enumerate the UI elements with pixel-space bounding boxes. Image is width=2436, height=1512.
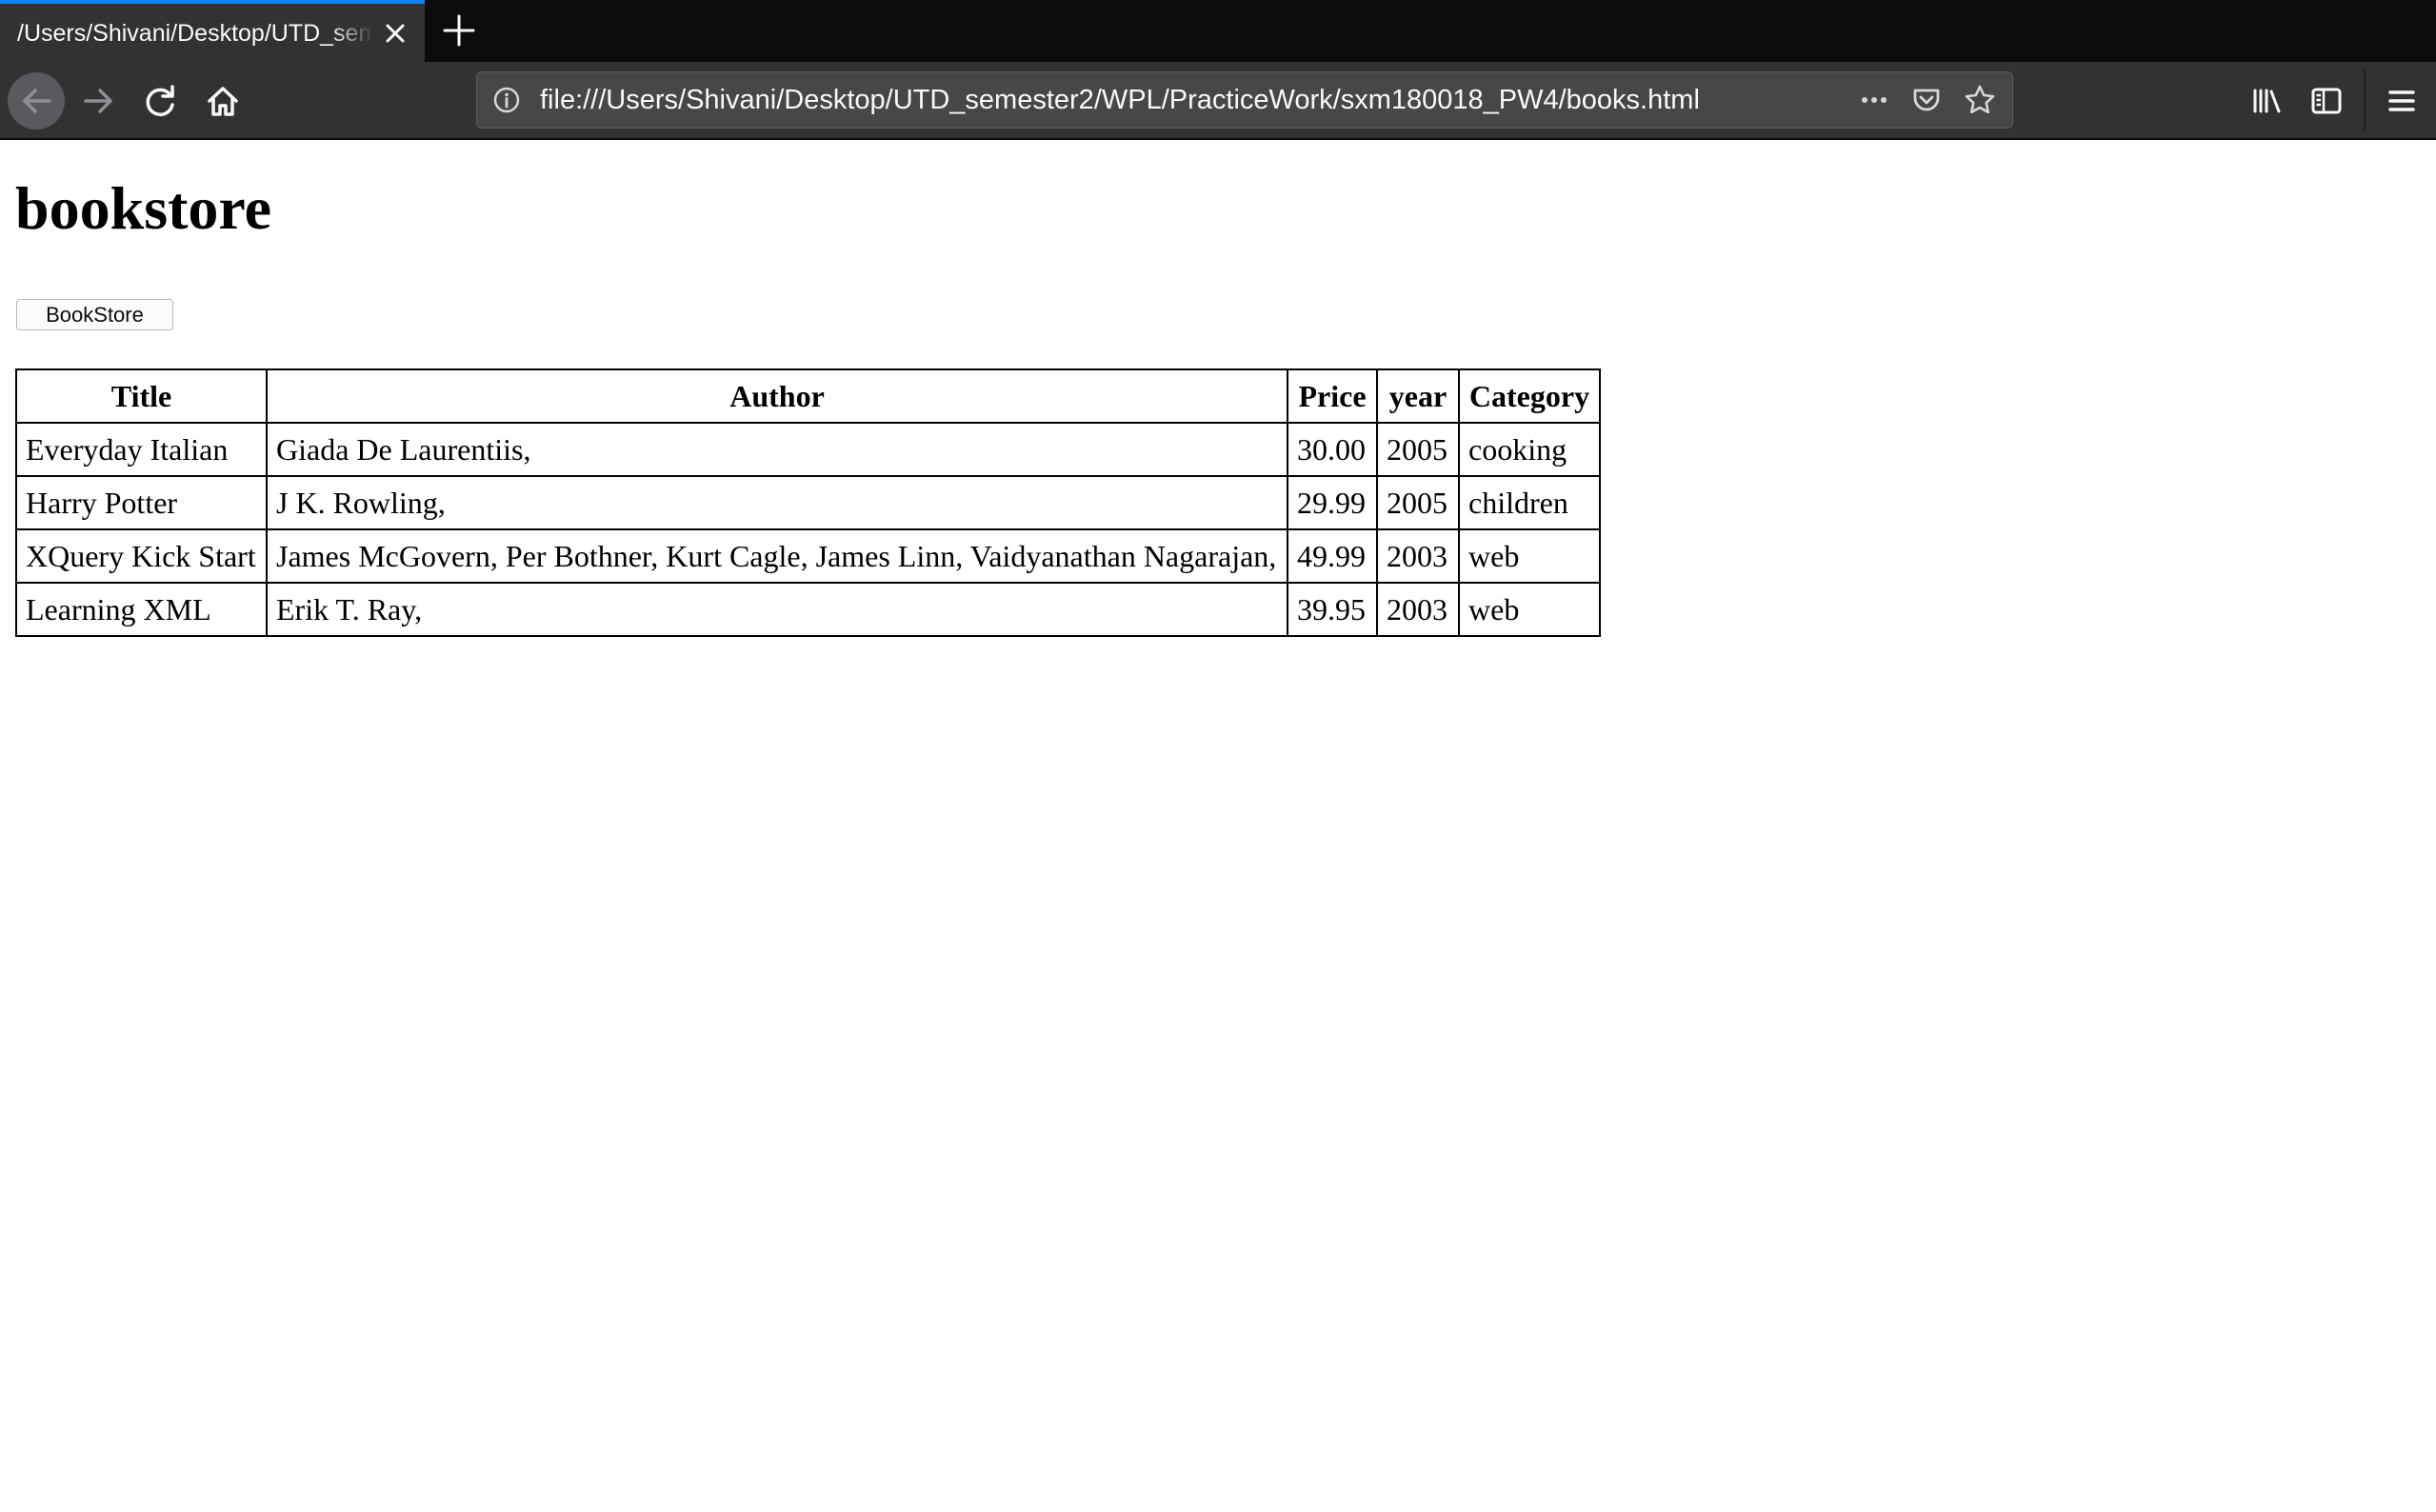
header-year: year [1376, 368, 1460, 424]
table-row: XQuery Kick Start James McGovern, Per Bo… [15, 528, 1601, 584]
cell-title: Everyday Italian [15, 422, 268, 477]
plus-icon[interactable] [440, 11, 478, 50]
header-category: Category [1458, 368, 1601, 424]
tab-strip: /Users/Shivani/Desktop/UTD_semester2/WPL… [0, 0, 2436, 62]
url-text[interactable]: file:///Users/Shivani/Desktop/UTD_semest… [540, 72, 1700, 128]
header-title: Title [15, 368, 268, 424]
cell-author: James McGovern, Per Bothner, Kurt Cagle,… [266, 528, 1288, 584]
info-icon[interactable] [492, 86, 521, 114]
cell-price: 39.95 [1287, 582, 1378, 637]
pocket-icon[interactable] [1910, 84, 1943, 116]
cell-price: 30.00 [1287, 422, 1378, 477]
cell-price: 49.99 [1287, 528, 1378, 584]
cell-title: Learning XML [15, 582, 268, 637]
more-actions-icon[interactable] [1858, 84, 1890, 116]
cell-category: web [1458, 528, 1601, 584]
close-icon[interactable] [379, 17, 411, 50]
header-author: Author [266, 368, 1288, 424]
books-table: Title Author Price year Category Everyda… [15, 368, 1601, 637]
table-row: Learning XML Erik T. Ray, 39.95 2003 web [15, 582, 1601, 637]
cell-year: 2003 [1376, 582, 1460, 637]
cell-category: web [1458, 582, 1601, 637]
page-content: bookstore BookStore Title Author Price y… [0, 140, 2436, 1512]
cell-category: cooking [1458, 422, 1601, 477]
cell-category: children [1458, 475, 1601, 530]
sidebar-icon[interactable] [2298, 72, 2355, 129]
back-arrow-icon[interactable] [8, 72, 65, 129]
cell-year: 2005 [1376, 422, 1460, 477]
table-row: Everyday Italian Giada De Laurentiis, 30… [15, 422, 1601, 477]
bookmark-star-icon[interactable] [1963, 83, 1997, 117]
cell-title: Harry Potter [15, 475, 268, 530]
cell-price: 29.99 [1287, 475, 1378, 530]
forward-arrow-icon[interactable] [70, 72, 128, 129]
toolbar-separator [2364, 70, 2366, 130]
cell-year: 2003 [1376, 528, 1460, 584]
bookstore-button[interactable]: BookStore [16, 299, 173, 330]
header-price: Price [1287, 368, 1378, 424]
cell-author: J K. Rowling, [266, 475, 1288, 530]
tab-books-html[interactable]: /Users/Shivani/Desktop/UTD_semester2/WPL… [0, 0, 425, 62]
table-header-row: Title Author Price year Category [15, 368, 1601, 424]
cell-year: 2005 [1376, 475, 1460, 530]
table-row: Harry Potter J K. Rowling, 29.99 2005 ch… [15, 475, 1601, 530]
home-icon[interactable] [194, 72, 251, 129]
hamburger-menu-icon[interactable] [2373, 72, 2430, 129]
cell-author: Giada De Laurentiis, [266, 422, 1288, 477]
page-title: bookstore [15, 174, 272, 242]
url-bar[interactable]: file:///Users/Shivani/Desktop/UTD_semest… [476, 71, 2013, 129]
cell-title: XQuery Kick Start [15, 528, 268, 584]
library-icon[interactable] [2238, 72, 2295, 129]
tab-title: /Users/Shivani/Desktop/UTD_semester2/WPL… [17, 20, 373, 47]
nav-toolbar: file:///Users/Shivani/Desktop/UTD_semest… [0, 62, 2436, 140]
reload-icon[interactable] [132, 72, 190, 129]
cell-author: Erik T. Ray, [266, 582, 1288, 637]
